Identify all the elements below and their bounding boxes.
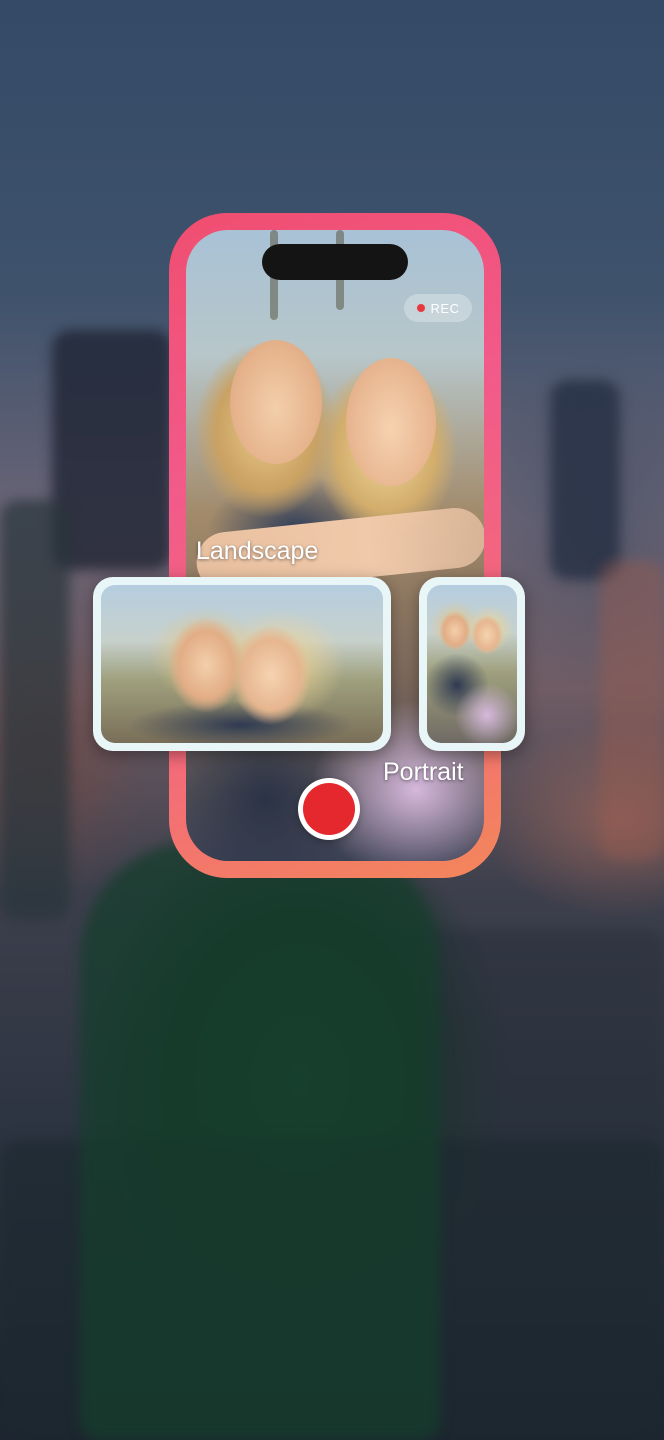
person-face — [346, 358, 436, 486]
portrait-preview-image — [427, 585, 517, 743]
landscape-preview-image — [101, 585, 383, 743]
record-circle-icon — [303, 783, 355, 835]
landscape-label: Landscape — [196, 537, 319, 565]
rec-dot-icon — [416, 304, 425, 312]
rec-label: REC — [430, 300, 460, 316]
landscape-thumbnail[interactable] — [93, 577, 391, 751]
person-face — [230, 340, 322, 464]
dynamic-island — [262, 244, 408, 280]
portrait-label: Portrait — [383, 758, 464, 786]
background-lights — [600, 560, 664, 860]
background-building — [0, 500, 70, 920]
background-building — [550, 380, 620, 580]
rec-indicator: REC — [404, 294, 472, 322]
background-building — [52, 330, 172, 570]
portrait-thumbnail[interactable] — [419, 577, 525, 751]
app-screen: REC Landscape Portrait — [0, 0, 664, 1440]
record-button[interactable] — [298, 778, 360, 840]
background-person — [80, 840, 440, 1440]
